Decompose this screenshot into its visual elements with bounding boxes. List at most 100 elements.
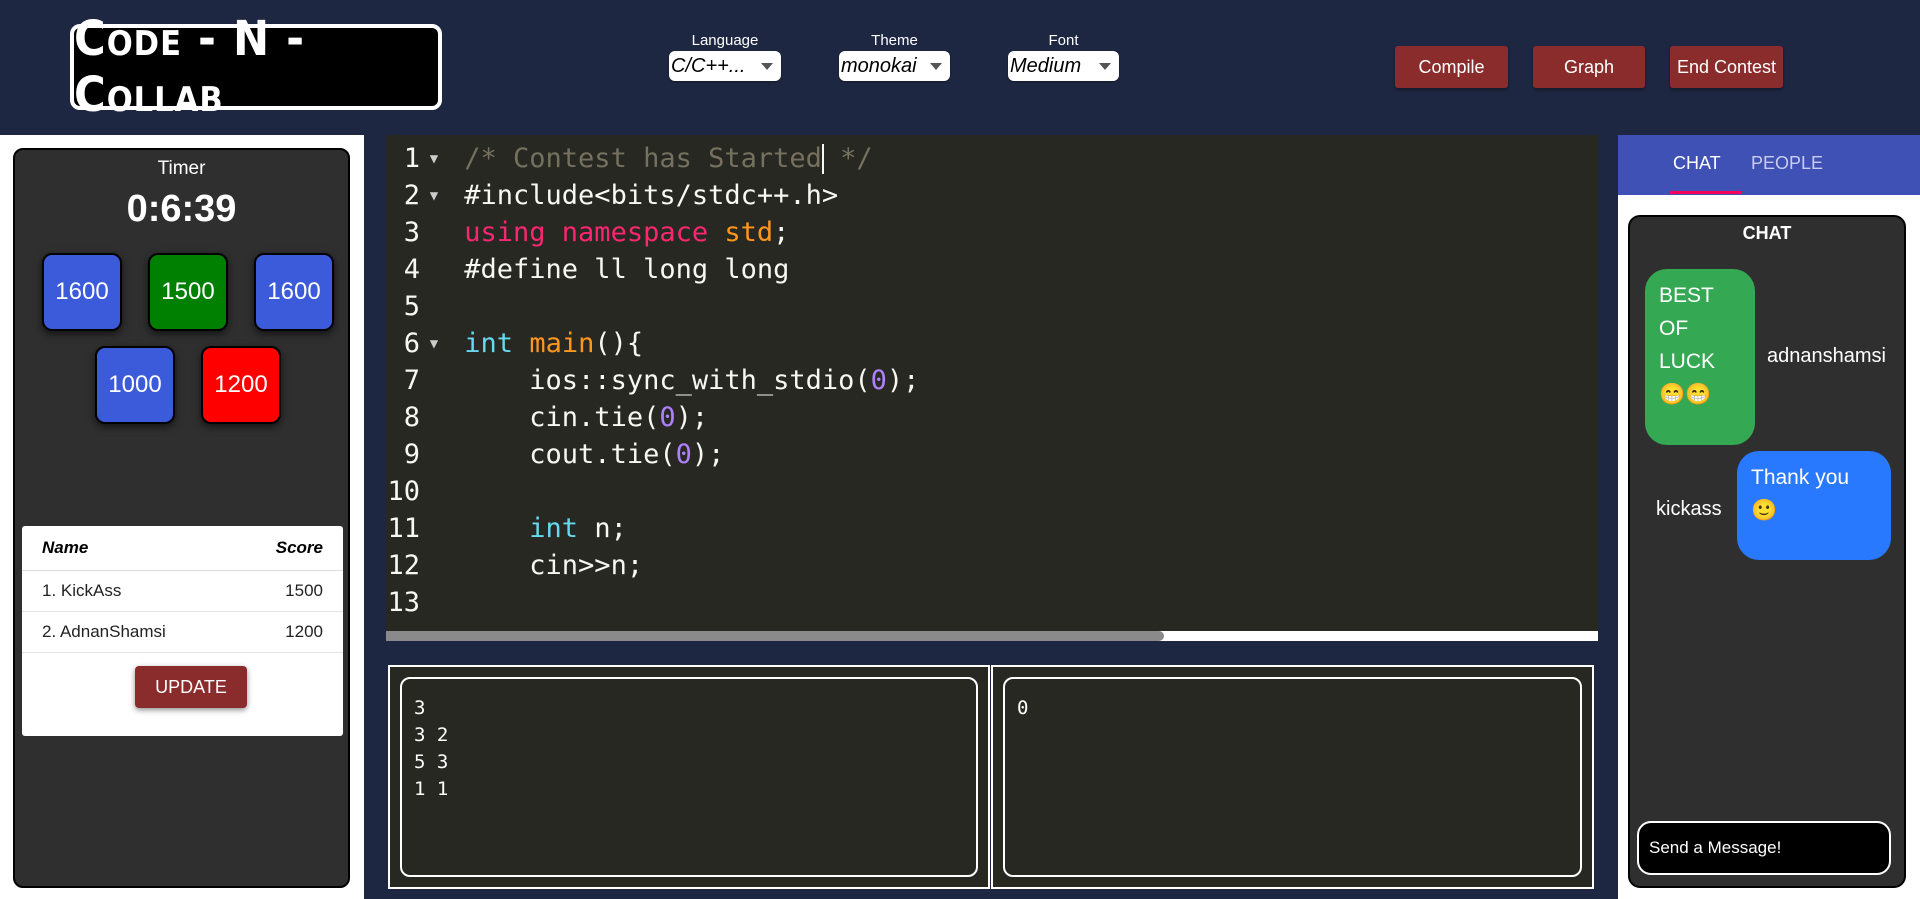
language-select[interactable]: C/C++... [669,51,781,81]
input-textarea[interactable]: 3 3 2 5 3 1 1 [400,677,978,877]
participant-name: 1. KickAss [42,581,122,600]
editor-horizontal-scrollbar[interactable] [386,631,1598,641]
participant-name: 2. AdnanShamsi [42,622,166,641]
code-line: 12 cin>>n; [386,547,643,584]
line-number: 12 [387,550,420,581]
code-text: (){ [594,328,644,359]
line-number: 6 [403,328,420,359]
line-number: 9 [403,439,420,470]
problem-button-3[interactable]: 1600 [254,253,334,331]
problem-button-4[interactable]: 1000 [95,346,175,424]
chat-message-bubble: Thank you 🙂 [1737,451,1891,560]
code-line: 3 using namespace std; [386,214,790,251]
theme-label: Theme [871,32,918,49]
code-text: ; [773,217,790,248]
tab-people[interactable]: PEOPLE [1751,153,1823,174]
code-text: #define ll long long [464,254,790,285]
line-number: 8 [403,402,420,433]
left-sidebar: Timer 0:6:39 1600 1500 1600 1000 1200 Na… [0,135,364,899]
code-namespace: std [724,217,774,248]
score-column-header: Score [275,538,323,557]
line-number: 2 [403,180,420,211]
code-line: 9 cout.tie(0); [386,436,725,473]
font-label: Font [1048,32,1079,49]
code-text: n; [578,513,627,544]
leaderboard: Name Score 1. KickAss 1500 2. AdnanShams… [22,526,343,736]
participant-score: 1200 [285,622,323,641]
chat-message-user: kickass [1656,498,1722,520]
app-logo: Code - N - Collab [70,11,442,123]
graph-button[interactable]: Graph [1533,46,1645,88]
code-line: 7 ios::sync_with_stdio(0); [386,362,920,399]
chat-message-user: adnanshamsi [1767,345,1886,367]
theme-select[interactable]: monokai [839,51,950,81]
code-text: cin.tie( [464,402,660,433]
compile-button[interactable]: Compile [1395,46,1508,88]
code-line: 2 ▼ #include<bits/stdc++.h> [386,177,838,214]
code-number: 0 [675,439,692,470]
chat-panel: CHAT BEST OF LUCK 😁😁 adnanshamsi kickass… [1628,215,1906,888]
code-line: 6 ▼ int main(){ [386,325,643,362]
chevron-down-icon [930,62,942,70]
code-comment-end: */ [823,142,873,174]
code-type: int [464,328,514,359]
table-row: 1. KickAss 1500 [22,571,343,612]
fold-arrow-icon[interactable]: ▼ [420,188,448,204]
code-text: ); [886,365,920,396]
code-text: #include<bits/stdc++.h> [464,180,839,211]
code-text: ); [675,402,709,433]
code-comment: /* Contest has Started [464,142,822,174]
code-line: 1 ▼ /* Contest has Started */ [386,140,873,177]
fold-arrow-icon[interactable]: ▼ [420,151,448,167]
message-input[interactable]: Send a Message! [1637,821,1891,875]
code-type: int [529,513,579,544]
output-panel: 0 [991,665,1594,889]
language-label: Language [691,32,759,49]
fold-arrow-icon[interactable]: ▼ [420,336,448,352]
theme-select-group: Theme monokai [839,32,950,81]
end-contest-button[interactable]: End Contest [1670,46,1783,88]
code-line: 11 int n; [386,510,627,547]
code-line: 13 [386,584,448,621]
code-text: ); [691,439,725,470]
timer-label: Timer [157,158,206,179]
problem-button-2[interactable]: 1500 [148,253,228,331]
font-select-group: Font Medium [1008,32,1119,81]
line-number: 10 [387,476,420,507]
contest-panel: Timer 0:6:39 1600 1500 1600 1000 1200 Na… [13,148,350,888]
code-line: 5 [386,288,448,325]
participant-score: 1500 [285,581,323,600]
code-editor[interactable]: 1 ▼ /* Contest has Started */ 2 ▼ #include… [386,135,1598,640]
line-number: 11 [387,513,420,544]
chevron-down-icon [761,62,773,70]
problem-button-1[interactable]: 1600 [42,253,122,331]
name-column-header: Name [42,538,89,557]
font-select[interactable]: Medium [1008,51,1119,81]
output-textarea[interactable]: 0 [1003,677,1582,877]
active-tab-indicator [1670,191,1742,194]
table-row: 2. AdnanShamsi 1200 [22,612,343,653]
input-panel: 3 3 2 5 3 1 1 [388,665,990,889]
line-number: 1 [403,143,420,174]
code-text: cin>>n; [464,550,644,581]
chevron-down-icon [1099,62,1111,70]
scrollbar-thumb[interactable] [386,631,1164,641]
problem-button-5[interactable]: 1200 [201,346,281,424]
line-number: 5 [403,291,420,322]
update-button[interactable]: UPDATE [135,666,247,708]
timer-value: 0:6:39 [126,188,237,230]
tab-chat[interactable]: CHAT [1673,153,1721,174]
leaderboard-header: Name Score [22,526,343,571]
app-header: Code - N - Collab Language C/C++... Them… [0,0,1920,135]
code-line: 8 cin.tie(0); [386,399,708,436]
line-number: 3 [403,217,420,248]
chat-tabs: CHAT PEOPLE [1618,135,1920,195]
code-keyword: using namespace [464,217,709,248]
code-text: ios::sync_with_stdio( [464,365,871,396]
line-number: 4 [403,254,420,285]
code-number: 0 [659,402,676,433]
language-value: C/C++... [671,54,746,77]
chat-message-bubble: BEST OF LUCK 😁😁 [1645,269,1755,445]
right-sidebar: CHAT PEOPLE CHAT BEST OF LUCK 😁😁 adnansh… [1618,135,1920,899]
font-value: Medium [1010,54,1082,77]
